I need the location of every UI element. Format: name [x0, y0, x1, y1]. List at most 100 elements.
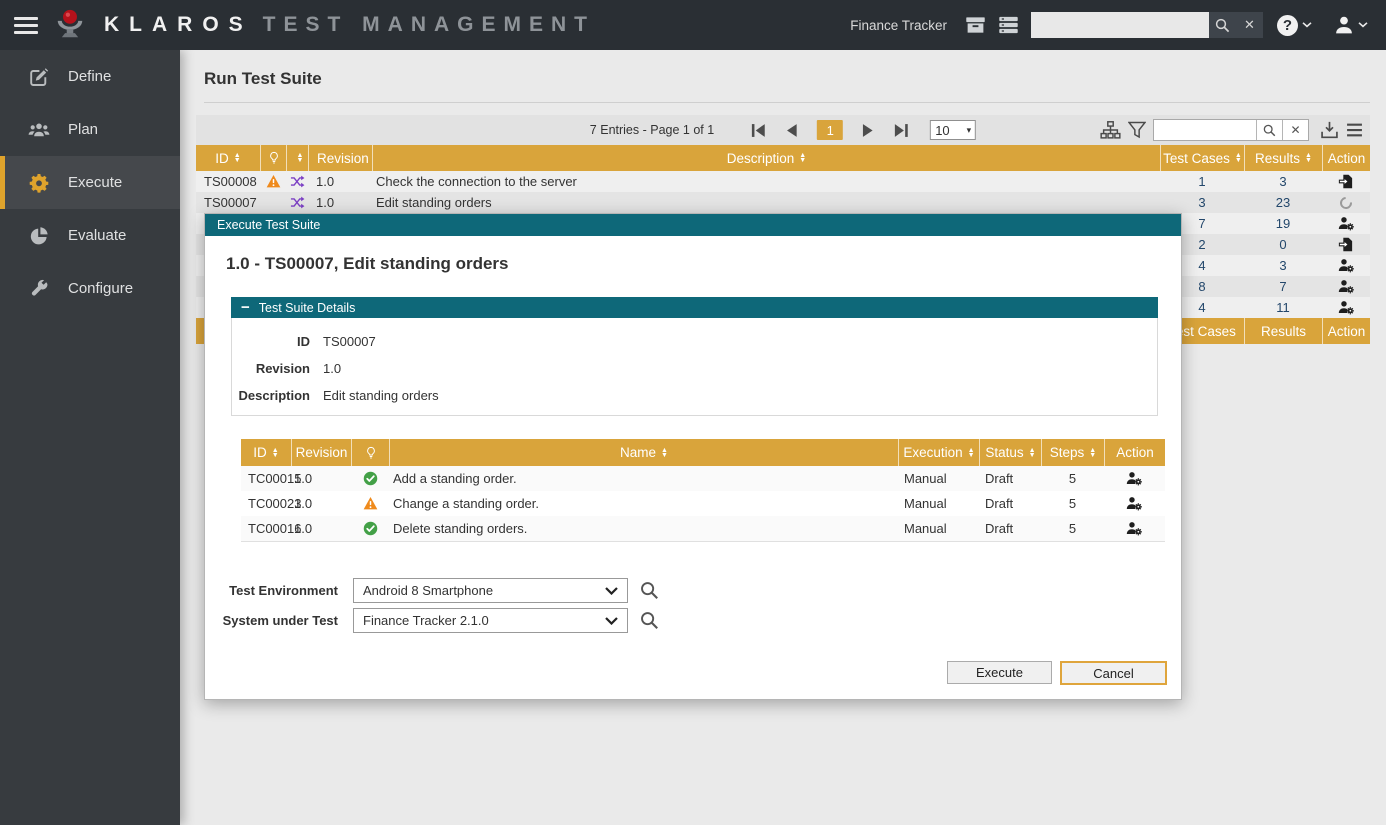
next-page-icon[interactable] [861, 123, 876, 138]
execute-button[interactable]: Execute [947, 661, 1052, 684]
test-cases-link[interactable]: 7 [1198, 216, 1205, 231]
search-icon[interactable] [640, 611, 659, 630]
global-search-input[interactable] [1031, 12, 1209, 38]
iterations-icon[interactable] [998, 16, 1019, 34]
test-cases-link[interactable]: 4 [1198, 258, 1205, 273]
table-search-input[interactable] [1154, 120, 1256, 140]
chevron-down-icon [1302, 22, 1312, 28]
gear-icon [28, 173, 50, 193]
user-gear-icon[interactable] [1338, 258, 1355, 273]
column-execution[interactable]: Execution▲▼ [898, 439, 979, 466]
brand-suffix: TEST MANAGEMENT [263, 13, 595, 37]
user-menu[interactable] [1334, 15, 1368, 35]
table-menu-icon[interactable] [1346, 121, 1363, 139]
column-name[interactable]: Name▲▼ [389, 439, 898, 466]
column-results[interactable]: Results [1244, 318, 1322, 344]
page-size-select[interactable]: 10 ▾ [930, 120, 976, 140]
edit-icon [28, 67, 50, 87]
table-row[interactable]: TS00008 1.0 Check the connection to the … [196, 171, 1370, 192]
table-search-clear-button[interactable]: ✕ [1282, 120, 1308, 140]
column-lamp[interactable] [260, 145, 286, 171]
panel-header[interactable]: − Test Suite Details [231, 297, 1158, 318]
column-id[interactable]: ID▲▼ [241, 439, 291, 466]
run-icon[interactable] [1338, 174, 1355, 189]
run-icon[interactable] [1338, 237, 1355, 252]
sidebar-item-execute[interactable]: Execute [0, 156, 180, 209]
results-link[interactable]: 3 [1279, 174, 1286, 189]
first-page-icon[interactable] [751, 123, 766, 138]
column-results[interactable]: Results▲▼ [1244, 145, 1322, 171]
user-gear-icon[interactable] [1126, 471, 1143, 486]
test-case-execution: Manual [898, 496, 979, 511]
system-under-test-row: System under Test Finance Tracker 2.1.0 [205, 608, 1181, 633]
sidebar-item-configure[interactable]: Configure [0, 262, 180, 315]
test-case-row[interactable]: TC00023 1.0 Change a standing order. Man… [241, 491, 1165, 516]
sort-icon: ▲▼ [1235, 153, 1242, 163]
menu-icon[interactable] [14, 17, 38, 34]
test-environment-select[interactable]: Android 8 Smartphone [353, 578, 628, 603]
last-page-icon[interactable] [894, 123, 909, 138]
results-link[interactable]: 19 [1276, 216, 1290, 231]
detail-field: ID TS00007 [232, 328, 1157, 355]
sidebar-item-plan[interactable]: Plan [0, 103, 180, 156]
page-title: Run Test Suite [204, 69, 1370, 89]
results-link[interactable]: 23 [1276, 195, 1290, 210]
global-search-clear-button[interactable]: ✕ [1236, 12, 1263, 38]
filter-icon[interactable] [1128, 121, 1146, 139]
results-link[interactable]: 11 [1276, 300, 1290, 315]
table-row[interactable]: TS00007 1.0 Edit standing orders 3 23 [196, 192, 1370, 213]
column-revision[interactable]: Revision [291, 439, 351, 466]
test-cases-link[interactable]: 3 [1198, 195, 1205, 210]
sidebar-item-define[interactable]: Define [0, 50, 180, 103]
test-cases-link[interactable]: 4 [1198, 300, 1205, 315]
field-label: ID [232, 334, 310, 349]
cancel-button[interactable]: Cancel [1060, 661, 1167, 685]
search-icon[interactable] [640, 581, 659, 600]
archive-icon[interactable] [965, 16, 986, 34]
test-case-row[interactable]: TC00015 1.0 Add a standing order. Manual… [241, 466, 1165, 491]
test-case-row[interactable]: TC00016 1.0 Delete standing orders. Manu… [241, 516, 1165, 541]
field-label: Description [232, 388, 310, 403]
column-lamp[interactable] [351, 439, 389, 466]
column-id[interactable]: ID▲▼ [196, 145, 260, 171]
user-gear-icon[interactable] [1126, 496, 1143, 511]
shuffle-icon [290, 195, 305, 210]
test-cases-link[interactable]: 1 [1198, 174, 1205, 189]
dialog-title[interactable]: Execute Test Suite [205, 214, 1181, 236]
export-icon[interactable] [1320, 121, 1339, 139]
column-revision[interactable]: Revision [308, 145, 372, 171]
column-type[interactable]: ▲▼ [286, 145, 308, 171]
klaros-logo [52, 7, 88, 43]
test-cases-link[interactable]: 2 [1198, 237, 1205, 252]
sort-icon: ▲▼ [1029, 448, 1036, 458]
column-steps[interactable]: Steps▲▼ [1041, 439, 1104, 466]
test-cases-link[interactable]: 8 [1198, 279, 1205, 294]
global-search-button[interactable] [1209, 12, 1236, 38]
user-gear-icon[interactable] [1338, 216, 1355, 231]
system-under-test-select[interactable]: Finance Tracker 2.1.0 [353, 608, 628, 633]
user-gear-icon[interactable] [1338, 279, 1355, 294]
table-search-button[interactable] [1256, 120, 1282, 140]
test-case-table: ID▲▼ Revision Name▲▼ Execution▲▼ Status▲… [241, 439, 1165, 542]
suite-id: TS00008 [196, 174, 260, 189]
project-name[interactable]: Finance Tracker [850, 18, 947, 33]
current-page[interactable]: 1 [817, 120, 843, 140]
user-gear-icon[interactable] [1338, 300, 1355, 315]
topbar: KLAROS TEST MANAGEMENT Finance Tracker ✕… [0, 0, 1386, 50]
test-suite-details-panel: − Test Suite Details ID TS00007 Revision… [231, 297, 1158, 416]
sidebar-item-label: Define [68, 68, 111, 85]
column-description[interactable]: Description▲▼ [372, 145, 1160, 171]
sitemap-icon[interactable] [1100, 121, 1121, 139]
sidebar: Define Plan Execute Evaluate Configure [0, 50, 180, 825]
lamp-icon [365, 446, 377, 460]
prev-page-icon[interactable] [784, 123, 799, 138]
user-gear-icon[interactable] [1126, 521, 1143, 536]
sidebar-item-evaluate[interactable]: Evaluate [0, 209, 180, 262]
results-link[interactable]: 3 [1279, 258, 1286, 273]
help-menu[interactable]: ? [1277, 15, 1312, 36]
test-case-name: Delete standing orders. [389, 521, 898, 536]
results-link[interactable]: 0 [1279, 237, 1286, 252]
column-status[interactable]: Status▲▼ [979, 439, 1041, 466]
column-test-cases[interactable]: Test Cases▲▼ [1160, 145, 1244, 171]
results-link[interactable]: 7 [1279, 279, 1286, 294]
